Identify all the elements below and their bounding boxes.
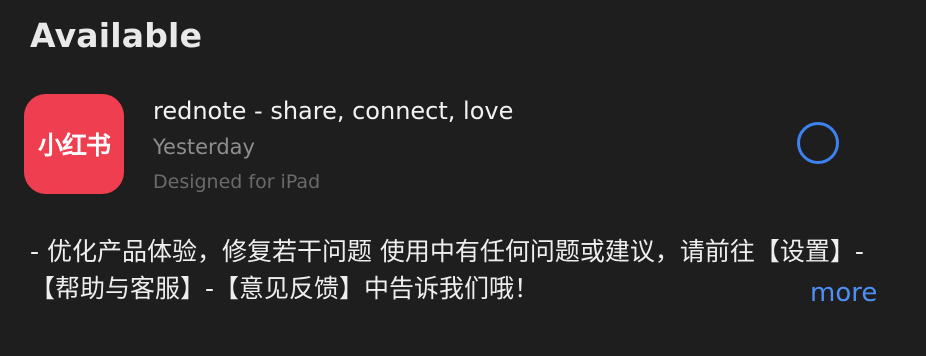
app-update-row[interactable]: 小红书 rednote - share, connect, love Yeste… — [0, 92, 926, 202]
release-notes-text: - 优化产品体验，修复若干问题 使用中有任何问题或建议，请前往【设置】-【帮助与… — [30, 237, 864, 303]
app-update-date: Yesterday — [153, 135, 255, 159]
app-name[interactable]: rednote - share, connect, love — [153, 94, 513, 128]
rednote-app-icon[interactable]: 小红书 — [24, 94, 124, 194]
app-designed-for: Designed for iPad — [153, 171, 321, 193]
more-link[interactable]: more — [810, 275, 877, 311]
section-title: Available — [30, 16, 203, 55]
app-icon-logo-text: 小红书 — [37, 131, 111, 160]
update-progress-icon[interactable] — [797, 122, 839, 164]
